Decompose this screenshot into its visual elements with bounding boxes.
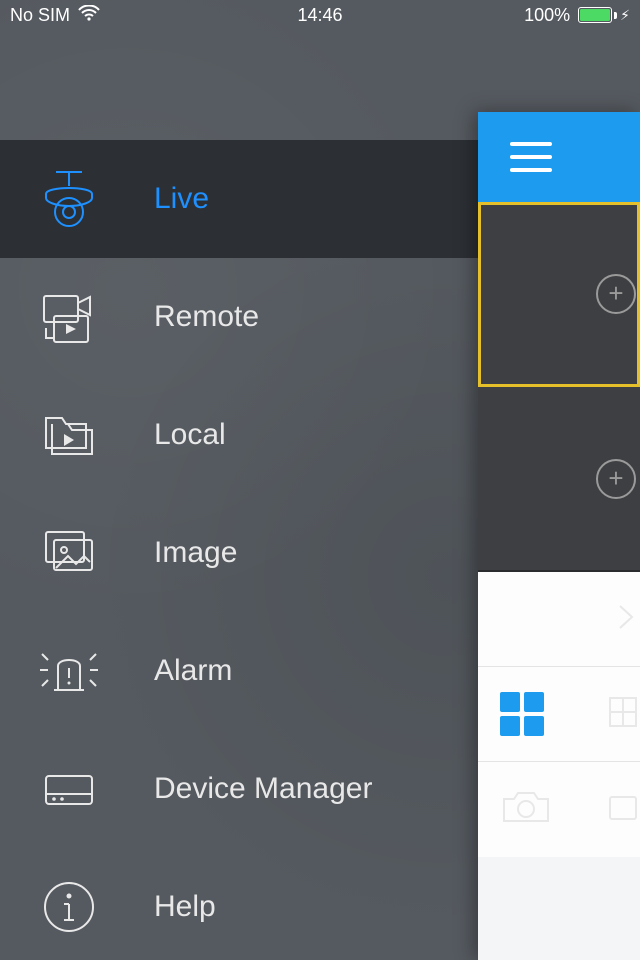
toolbar-row-ptz [478, 572, 640, 667]
add-channel-icon[interactable]: + [596, 274, 636, 314]
sidebar-menu: Live Remote Lo [0, 140, 478, 960]
main-panel-peek: + + [478, 112, 640, 960]
menu-item-image[interactable]: Image [0, 494, 478, 612]
menu-label: Image [154, 536, 237, 570]
clock-label: 14:46 [297, 5, 342, 26]
record-button[interactable] [608, 787, 638, 832]
menu-item-remote[interactable]: Remote [0, 258, 478, 376]
menu-item-local[interactable]: Local [0, 376, 478, 494]
wifi-icon [78, 5, 100, 26]
battery-percent-label: 100% [524, 5, 570, 26]
image-gallery-icon [34, 518, 104, 588]
menu-label: Alarm [154, 654, 232, 688]
main-header [478, 112, 640, 202]
video-grid: + + [478, 202, 640, 572]
menu-item-live[interactable]: Live [0, 140, 478, 258]
battery-icon: ⚡︎ [578, 7, 630, 24]
alarm-siren-icon [34, 636, 104, 706]
menu-item-alarm[interactable]: Alarm [0, 612, 478, 730]
toolbar-row-capture [478, 762, 640, 857]
local-folder-icon [34, 400, 104, 470]
carrier-label: No SIM [10, 5, 70, 26]
menu-item-device-manager[interactable]: Device Manager [0, 730, 478, 848]
remote-playback-icon [34, 282, 104, 352]
toolbar-row-layout [478, 667, 640, 762]
info-icon [34, 872, 104, 942]
menu-label: Device Manager [154, 772, 372, 806]
menu-label: Remote [154, 300, 259, 334]
ptz-indicator-icon[interactable] [618, 604, 636, 635]
device-drive-icon [34, 754, 104, 824]
add-channel-icon[interactable]: + [596, 459, 636, 499]
video-cell-2[interactable]: + [478, 387, 640, 572]
menu-label: Help [154, 890, 216, 924]
camera-live-icon [34, 164, 104, 234]
menu-item-help[interactable]: Help [0, 848, 478, 960]
hamburger-menu-button[interactable] [510, 142, 552, 172]
snapshot-button[interactable] [500, 787, 552, 832]
menu-label: Live [154, 182, 209, 216]
menu-label: Local [154, 418, 226, 452]
layout-2x2-button[interactable] [500, 692, 544, 736]
toolbar [478, 572, 640, 857]
status-bar: No SIM 14:46 100% ⚡︎ [0, 0, 640, 30]
video-cell-1[interactable]: + [478, 202, 640, 387]
layout-more-icon[interactable] [608, 690, 638, 739]
